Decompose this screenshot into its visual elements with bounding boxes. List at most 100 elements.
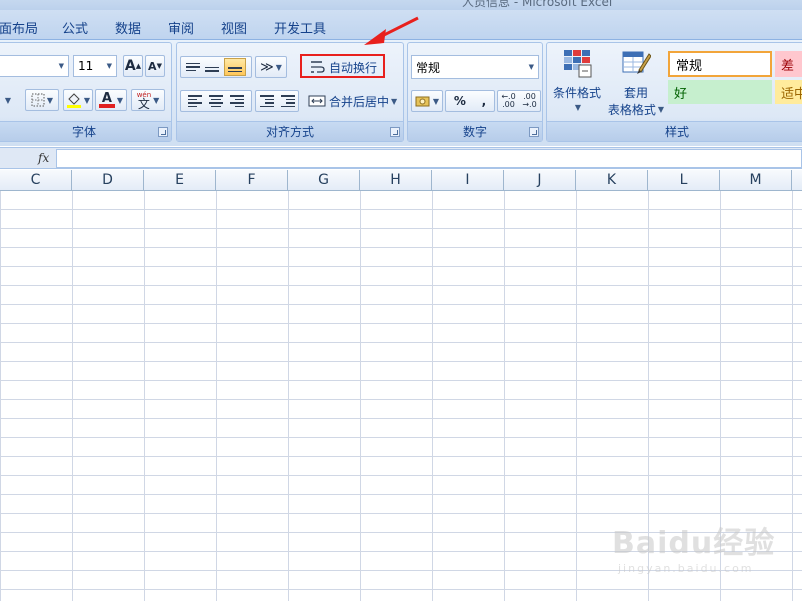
tab-developer[interactable]: 开发工具 xyxy=(274,18,326,37)
tab-review[interactable]: 审阅 xyxy=(168,18,194,37)
column-header[interactable]: L xyxy=(648,170,720,191)
align-bottom-icon[interactable] xyxy=(223,58,246,76)
grow-font-button[interactable]: A ▲ xyxy=(123,55,143,77)
indent-buttons xyxy=(255,90,299,112)
column-header[interactable]: C xyxy=(0,170,72,191)
decrease-decimal-button[interactable]: .00 →.0 xyxy=(521,93,539,109)
style-normal-cell[interactable]: 常规 xyxy=(668,51,772,77)
shrink-font-button[interactable]: A ▼ xyxy=(145,55,165,77)
border-icon xyxy=(31,93,45,107)
formula-input[interactable] xyxy=(56,149,802,168)
conditional-format-icon xyxy=(564,50,592,78)
borders-button[interactable]: ▼ xyxy=(25,89,59,111)
number-group: 常规 ▼ ▼ % , ←.0 .00 .00 →.0 数字 xyxy=(407,42,543,142)
style-neutral-cell[interactable]: 适中 xyxy=(775,80,802,104)
chevron-down-icon: ▼ xyxy=(657,105,665,114)
font-group-title: 字体 xyxy=(0,121,171,141)
chevron-down-icon: ▼ xyxy=(58,62,64,70)
chevron-down-icon: ▼ xyxy=(528,63,534,71)
chevron-down-icon: ▼ xyxy=(106,62,112,70)
tab-page-layout[interactable]: 页面布局 xyxy=(0,18,38,37)
increase-decimal-button[interactable]: ←.0 .00 xyxy=(500,93,518,109)
column-header[interactable]: J xyxy=(504,170,576,191)
format-as-table-label-2: 表格格式 xyxy=(607,103,656,117)
comma-style-button[interactable]: , xyxy=(482,94,487,108)
decimal-buttons: ←.0 .00 .00 →.0 xyxy=(497,90,541,112)
formula-bar: fx xyxy=(0,147,802,169)
orientation-icon: ≫ xyxy=(260,59,274,75)
font-color-icon: A xyxy=(101,90,112,106)
column-header[interactable]: I xyxy=(432,170,504,191)
accounting-format-button[interactable]: ▼ xyxy=(411,90,443,112)
number-format-value: 常规 xyxy=(416,60,441,75)
merge-center-button[interactable]: 合并后居中 ▼ xyxy=(305,90,401,112)
align-middle-icon[interactable] xyxy=(204,66,219,72)
style-bad-cell[interactable]: 差 xyxy=(775,51,802,77)
align-center-icon[interactable] xyxy=(208,95,223,107)
watermark-logo: Baidu经验 xyxy=(612,526,776,561)
shrink-font-icon: A xyxy=(148,59,157,73)
red-arrow-icon xyxy=(364,16,419,45)
column-header[interactable]: H xyxy=(360,170,432,191)
grow-font-icon: A xyxy=(124,58,136,74)
dialog-launcher-icon[interactable] xyxy=(158,127,168,137)
conditional-format-button[interactable]: 条件格式 ▼ xyxy=(549,47,605,119)
column-header[interactable]: G xyxy=(288,170,360,191)
align-top-icon[interactable] xyxy=(186,62,201,72)
column-header-row: C D E F G H I J K L M xyxy=(0,170,802,191)
tab-formulas[interactable]: 公式 xyxy=(62,18,88,37)
dialog-launcher-icon[interactable] xyxy=(390,127,400,137)
styles-group-title: 样式 xyxy=(547,121,802,141)
font-color-swatch xyxy=(98,103,115,108)
column-header[interactable]: D xyxy=(72,170,144,191)
align-left-icon[interactable] xyxy=(187,95,202,107)
excel-window: 人员信息 - Microsoft Excel 页面布局 公式 数据 审阅 视图 … xyxy=(0,0,802,601)
currency-icon xyxy=(415,96,430,107)
number-group-title: 数字 xyxy=(408,121,542,141)
style-good-cell[interactable]: 好 xyxy=(668,80,772,104)
merge-center-label: 合并后居中 xyxy=(329,94,390,109)
insert-function-icon[interactable]: fx xyxy=(38,151,49,165)
paint-bucket-icon xyxy=(66,93,81,108)
align-right-icon[interactable] xyxy=(230,95,245,107)
chevron-down-icon: ▼ xyxy=(275,62,282,72)
underline-button[interactable]: ▼ xyxy=(0,89,17,111)
chevron-down-icon: ▼ xyxy=(4,95,12,105)
font-color-button[interactable]: A ▼ xyxy=(95,89,127,111)
chevron-down-icon: ▼ xyxy=(391,96,398,106)
alignment-group-title: 对齐方式 xyxy=(177,121,403,141)
decrease-indent-icon[interactable] xyxy=(259,95,274,107)
column-header[interactable]: F xyxy=(216,170,288,191)
chevron-down-icon: ▼ xyxy=(83,95,91,105)
fill-color-button[interactable]: ▼ xyxy=(63,89,93,111)
chevron-down-icon: ▼ xyxy=(116,95,124,105)
font-size-combo[interactable]: 11 ▼ xyxy=(73,55,117,77)
watermark-url: jingyan.baidu.com xyxy=(618,562,754,575)
watermark: Baidu经验 jingyan.baidu.com xyxy=(612,518,775,575)
format-as-table-button[interactable]: 套用 表格格式 ▼ xyxy=(605,47,667,119)
column-header[interactable]: K xyxy=(576,170,648,191)
chevron-down-icon: ▼ xyxy=(432,96,440,106)
title-bar: 人员信息 - Microsoft Excel xyxy=(0,0,802,10)
percent-style-button[interactable]: % xyxy=(454,94,466,108)
table-style-icon xyxy=(622,51,651,74)
column-header[interactable]: M xyxy=(720,170,792,191)
increase-indent-icon[interactable] xyxy=(280,95,295,107)
font-group: ▼ 11 ▼ A ▲ A ▼ ▼ ▼ ▼ A ▼ wén 文 ▼ 字体 xyxy=(0,42,172,142)
ribbon: ▼ 11 ▼ A ▲ A ▼ ▼ ▼ ▼ A ▼ wén 文 ▼ 字体 ≫ ▼ … xyxy=(0,40,802,146)
percent-comma-buttons: % , xyxy=(445,90,495,112)
orientation-button[interactable]: ≫ ▼ xyxy=(255,56,287,78)
phonetic-guide-button[interactable]: wén 文 ▼ xyxy=(131,89,165,111)
dialog-launcher-icon[interactable] xyxy=(529,127,539,137)
tab-data[interactable]: 数据 xyxy=(115,18,141,37)
vertical-align-buttons xyxy=(180,56,252,78)
font-name-combo[interactable]: ▼ xyxy=(0,55,69,77)
horizontal-align-buttons xyxy=(180,90,252,112)
phonetic-char: 文 xyxy=(137,97,150,111)
column-header[interactable]: E xyxy=(144,170,216,191)
chevron-down-icon: ▼ xyxy=(574,103,582,112)
tab-view[interactable]: 视图 xyxy=(221,18,247,37)
number-format-combo[interactable]: 常规 ▼ xyxy=(411,55,539,79)
font-size-value: 11 xyxy=(78,59,94,73)
window-title: 人员信息 - Microsoft Excel xyxy=(462,0,613,9)
